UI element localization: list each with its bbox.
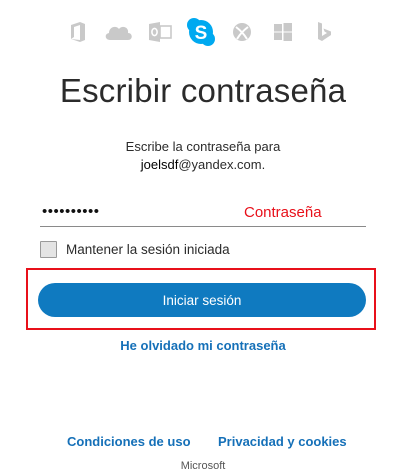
- windows-icon[interactable]: [265, 14, 301, 50]
- onedrive-icon[interactable]: [101, 14, 137, 50]
- keep-signed-in[interactable]: Mantener la sesión iniciada: [40, 239, 230, 259]
- password-field[interactable]: •••••••••• Contraseña: [40, 201, 366, 227]
- microsoft-brand: Microsoft: [180, 460, 226, 472]
- forgot-password-link[interactable]: He olvidado mi contraseña: [0, 338, 406, 353]
- account-user: joelsdf: [140, 157, 179, 172]
- account-email: joelsdf@yandex.com.: [0, 156, 406, 174]
- bing-icon[interactable]: [306, 14, 342, 50]
- signin-button[interactable]: Iniciar sesión: [38, 283, 366, 317]
- outlook-icon[interactable]: [142, 14, 178, 50]
- password-value[interactable]: ••••••••••: [42, 202, 100, 222]
- privacy-link[interactable]: Privacidad y cookies: [218, 434, 347, 449]
- instruction-text: Escribe la contraseña para: [125, 139, 281, 154]
- skype-icon[interactable]: S: [183, 14, 219, 50]
- xbox-icon[interactable]: [224, 14, 260, 50]
- office-icon[interactable]: [60, 14, 96, 50]
- page-title: Escribir contraseña: [59, 72, 347, 109]
- svg-text:S: S: [195, 23, 208, 44]
- keep-signed-in-label[interactable]: Mantener la sesión iniciada: [66, 242, 230, 257]
- account-domain: @yandex.com.: [178, 157, 266, 172]
- keep-signed-in-checkbox[interactable]: [40, 240, 57, 258]
- terms-link[interactable]: Condiciones de uso: [67, 434, 191, 449]
- password-annotation: Contraseña: [244, 204, 322, 221]
- app-bar: S: [60, 14, 350, 50]
